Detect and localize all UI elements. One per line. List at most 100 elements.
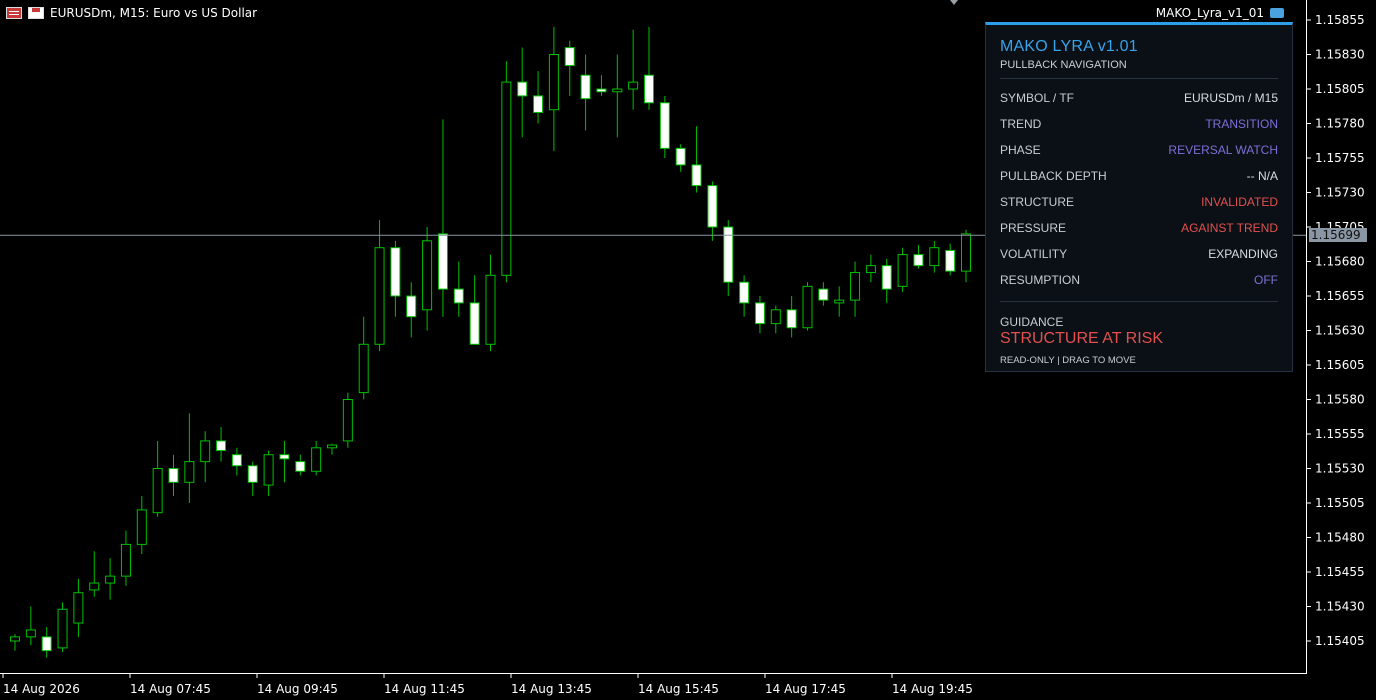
candle [25,606,36,646]
candle [533,71,544,124]
row-symbol-tf: SYMBOL / TF EURUSDm / M15 [1000,91,1278,107]
row-structure: STRUCTURE INVALIDATED [1000,195,1278,211]
bear-candle-body [580,74,591,100]
candle [675,144,686,172]
bear-candle-body [945,249,956,272]
candle [231,447,242,476]
candle [485,254,496,352]
x-tick-label: 14 Aug 19:45 [892,682,973,696]
bear-candle-body [469,302,480,345]
candle [453,261,464,317]
bear-candle-body [644,74,654,104]
bull-candle-body [802,285,813,329]
bull-candle-body [834,299,845,304]
candle [945,243,956,276]
panel-title: MAKO LYRA v1.01 [1000,38,1138,55]
row-value: AGAINST TREND [1181,221,1278,235]
candle [659,95,670,158]
candle [327,443,337,455]
y-tick-label: 1.15680 [1315,255,1365,269]
candle [961,229,971,283]
bear-candle-body [168,468,179,483]
indicator-name: MAKO_Lyra_v1_01 [1155,6,1264,20]
bear-candle-body [754,302,765,325]
candle [501,61,512,283]
panel-subtitle: PULLBACK NAVIGATION [1000,59,1127,71]
candle [374,220,385,352]
candle [612,54,623,138]
bull-candle-body [929,247,940,267]
bull-candle-body [25,629,36,638]
x-tick-label: 14 Aug 15:45 [638,682,719,696]
bear-candle-body [231,454,242,467]
bull-candle-body [89,582,100,591]
row-key: TREND [1000,117,1042,131]
candle [89,551,100,597]
bull-candle-body [485,274,496,345]
y-tick-label: 1.15855 [1315,13,1365,27]
y-tick-label: 1.15455 [1315,565,1365,579]
bull-candle-body [200,440,211,463]
y-tick-label: 1.15555 [1315,427,1365,441]
y-tick-label: 1.15830 [1315,48,1365,62]
row-trend: TREND TRANSITION [1000,117,1278,133]
row-value: TRANSITION [1205,117,1278,131]
candle [707,181,718,241]
row-key: PRESSURE [1000,221,1067,235]
candle [216,427,227,462]
bull-candle-body [311,447,322,472]
y-tick-label: 1.15630 [1315,324,1365,338]
y-tick-label: 1.15605 [1315,358,1365,372]
y-tick-label: 1.15530 [1315,462,1365,476]
bull-candle-body [770,309,781,325]
candle [295,454,306,476]
candle [818,282,829,306]
x-tick-label: 14 Aug 17:45 [765,682,846,696]
bull-candle-body [374,247,385,345]
panel-footer: READ-ONLY | DRAG TO MOVE [1000,355,1136,366]
candle [342,392,353,448]
row-key: PULLBACK DEPTH [1000,169,1107,183]
row-key: RESUMPTION [1000,273,1081,287]
row-value: REVERSAL WATCH [1168,143,1278,157]
graduation-cap-icon[interactable] [1270,8,1284,18]
candle [548,26,559,152]
y-tick-label: 1.15655 [1315,289,1365,303]
x-tick-label: 14 Aug 2026 [3,682,80,696]
scroll-marker-icon[interactable] [950,0,958,5]
bear-candle-body [41,636,52,652]
bull-candle-body [612,88,623,93]
bull-candle-body [897,254,908,287]
y-tick-label: 1.15480 [1315,531,1365,545]
bull-candle-body [850,272,861,301]
row-key: SYMBOL / TF [1000,91,1075,105]
candle [786,296,797,338]
candle [152,440,163,517]
candle [564,40,575,96]
candle [437,119,448,317]
symbol-info: EURUSDm, M15: Euro vs US Dollar [50,6,258,20]
bear-candle-body [216,440,227,452]
indicator-label[interactable]: MAKO_Lyra_v1_01 [1156,6,1284,20]
candle [247,461,258,497]
candle [422,227,433,331]
candle [723,220,734,296]
row-key: PHASE [1000,143,1041,157]
row-value: OFF [1254,273,1278,287]
bull-candle-body [263,454,274,486]
candle [136,496,147,555]
bear-candle-body [279,454,290,460]
bear-candle-body [596,88,607,93]
bull-candle-body [548,54,559,111]
candle [834,286,845,317]
bull-candle-body [961,233,971,272]
candle [390,240,401,317]
bear-candle-body [786,309,797,329]
guidance-label: GUIDANCE [1000,315,1064,329]
mako-lyra-panel[interactable]: MAKO LYRA v1.01 PULLBACK NAVIGATION SYMB… [985,22,1293,372]
bear-candle-body [659,102,670,149]
save-icon[interactable] [28,7,44,19]
chart-grid-icon[interactable] [6,7,22,19]
candle [358,316,369,400]
row-phase: PHASE REVERSAL WATCH [1000,143,1278,159]
